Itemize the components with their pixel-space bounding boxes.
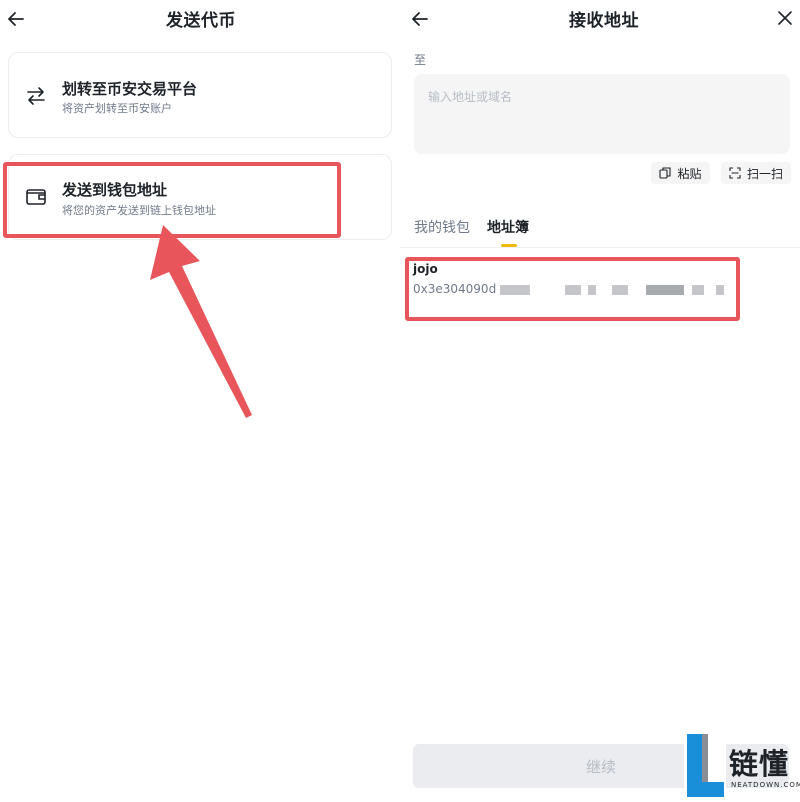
redaction-block (500, 285, 530, 295)
neatdown-logo-icon (684, 732, 726, 800)
option-subtitle: 将您的资产发送到链上钱包地址 (62, 204, 216, 217)
redaction-block (612, 285, 628, 295)
option-title: 划转至币安交易平台 (62, 80, 198, 98)
wallet-icon (26, 189, 46, 205)
tab-my-wallet[interactable]: 我的钱包 (414, 217, 470, 237)
back-arrow-icon[interactable] (5, 8, 27, 30)
entry-name: jojo (413, 262, 438, 276)
redaction-block (716, 285, 724, 295)
tab-address-book[interactable]: 地址簿 (487, 217, 529, 237)
back-arrow-icon[interactable] (409, 8, 431, 30)
red-pointer-arrow-icon (150, 225, 252, 418)
watermark-site: NEATDOWN.COM (731, 781, 800, 789)
entry-address: 0x3e304090d (413, 282, 497, 296)
paste-label: 粘贴 (677, 166, 702, 181)
redaction-block (565, 285, 581, 295)
close-icon[interactable] (776, 9, 794, 27)
tab-divider (400, 247, 800, 248)
page-title: 接收地址 (569, 11, 639, 31)
option-title: 发送到钱包地址 (62, 181, 168, 199)
receive-address-screen: 接收地址 至 粘贴 扫一扫 我的钱包 地址簿 jojo 0x3e304090d … (400, 0, 800, 802)
send-token-screen: 发送代币 划转至币安交易平台 将资产划转至币安账户 发送到钱包地址 将您的资产发… (0, 0, 400, 802)
copy-icon (659, 167, 672, 179)
scan-icon (729, 167, 741, 179)
transfer-to-exchange-option[interactable]: 划转至币安交易平台 将资产划转至币安账户 (8, 52, 392, 138)
address-input[interactable] (414, 74, 790, 154)
redaction-block (692, 285, 704, 295)
transfer-arrows-icon (27, 87, 45, 105)
redaction-block (588, 285, 596, 295)
scan-button[interactable]: 扫一扫 (721, 162, 791, 184)
paste-button[interactable]: 粘贴 (651, 162, 710, 184)
to-label: 至 (414, 53, 427, 67)
watermark-brand: 链懂 (729, 747, 790, 781)
redaction-block (646, 285, 684, 295)
scan-label: 扫一扫 (746, 166, 783, 181)
page-title: 发送代币 (166, 11, 236, 31)
option-subtitle: 将资产划转至币安账户 (62, 102, 172, 115)
